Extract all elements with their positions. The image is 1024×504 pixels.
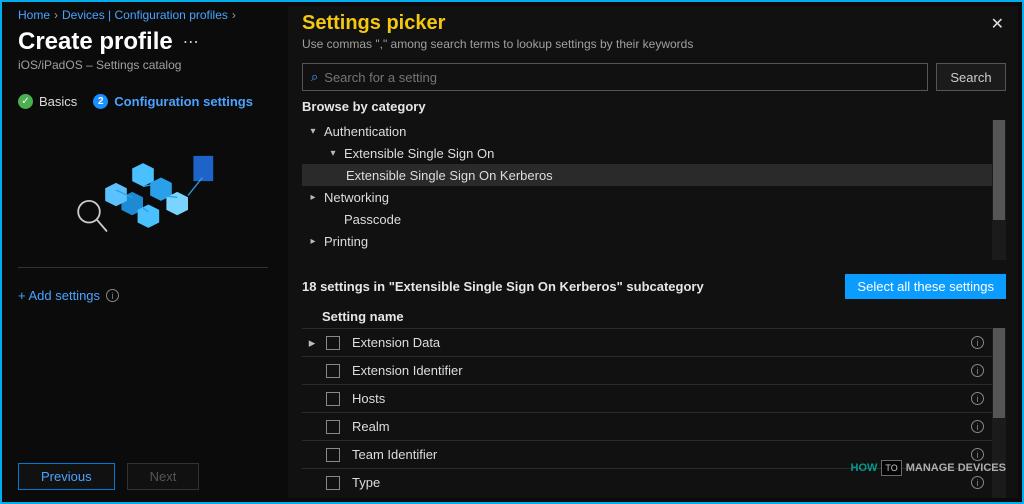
setting-row[interactable]: ▸ Extension Data i: [302, 328, 1006, 356]
checkbox[interactable]: [326, 336, 340, 350]
info-icon[interactable]: i: [971, 392, 984, 405]
step-badge: 2: [93, 94, 108, 109]
search-input[interactable]: [324, 70, 919, 85]
breadcrumb-home[interactable]: Home: [18, 8, 50, 22]
info-icon[interactable]: i: [971, 476, 984, 489]
category-passcode[interactable]: Passcode: [302, 208, 1006, 230]
chevron-down-icon: ▾: [306, 126, 320, 137]
checkbox[interactable]: [326, 420, 340, 434]
breadcrumb[interactable]: Home › Devices | Configuration profiles …: [18, 8, 268, 22]
chevron-right-icon: ▸: [306, 192, 320, 203]
subcategory-count-label: 18 settings in "Extensible Single Sign O…: [302, 279, 704, 294]
checkbox[interactable]: [326, 448, 340, 462]
wizard-tabs: ✓ Basics 2 Configuration settings: [18, 94, 268, 109]
category-esso-kerberos[interactable]: Extensible Single Sign On Kerberos: [302, 164, 1006, 186]
previous-button[interactable]: Previous: [18, 463, 115, 490]
setting-name-header: Setting name: [322, 309, 1006, 324]
select-all-button[interactable]: Select all these settings: [845, 274, 1006, 299]
checkbox[interactable]: [326, 364, 340, 378]
page-subtitle: iOS/iPadOS – Settings catalog: [18, 58, 268, 72]
checkbox[interactable]: [326, 392, 340, 406]
search-input-container[interactable]: ⌕: [302, 63, 928, 91]
tree-scrollbar[interactable]: [992, 120, 1006, 260]
close-icon[interactable]: ✕: [991, 14, 1004, 34]
setting-row[interactable]: Hosts i: [302, 384, 1006, 412]
watermark: HOW TO MANAGE DEVICES: [851, 460, 1006, 476]
search-icon: ⌕: [311, 69, 318, 85]
category-networking[interactable]: ▸ Networking: [302, 186, 1006, 208]
breadcrumb-devices[interactable]: Devices | Configuration profiles: [62, 8, 228, 22]
chevron-down-icon: ▾: [326, 148, 340, 159]
setting-row[interactable]: Extension Identifier i: [302, 356, 1006, 384]
next-button: Next: [127, 463, 200, 490]
add-settings-link[interactable]: + Add settings i: [18, 288, 268, 303]
info-icon[interactable]: i: [106, 289, 119, 302]
info-icon[interactable]: i: [971, 420, 984, 433]
checkbox[interactable]: [326, 476, 340, 490]
page-title: Create profile: [18, 28, 173, 56]
picker-subtitle: Use commas "," among search terms to loo…: [302, 37, 693, 51]
info-icon[interactable]: i: [971, 364, 984, 377]
tab-configuration-settings[interactable]: 2 Configuration settings: [93, 94, 253, 109]
setting-row[interactable]: Realm i: [302, 412, 1006, 440]
picker-title: Settings picker: [302, 12, 693, 35]
check-icon: ✓: [18, 94, 33, 109]
illustration: [18, 133, 268, 268]
search-button[interactable]: Search: [936, 63, 1006, 91]
category-esso[interactable]: ▾ Extensible Single Sign On: [302, 142, 1006, 164]
category-tree: ▾ Authentication ▾ Extensible Single Sig…: [302, 120, 1006, 260]
category-authentication[interactable]: ▾ Authentication: [302, 120, 1006, 142]
tab-basics[interactable]: ✓ Basics: [18, 94, 77, 109]
browse-by-category-label: Browse by category: [302, 99, 1006, 114]
settings-picker-panel: Settings picker Use commas "," among sea…: [288, 6, 1018, 498]
chevron-right-icon: ▸: [306, 236, 320, 247]
more-menu-icon[interactable]: ⋯: [183, 32, 199, 52]
info-icon[interactable]: i: [971, 336, 984, 349]
chevron-right-icon[interactable]: ▸: [302, 335, 322, 351]
category-printing[interactable]: ▸ Printing: [302, 230, 1006, 252]
